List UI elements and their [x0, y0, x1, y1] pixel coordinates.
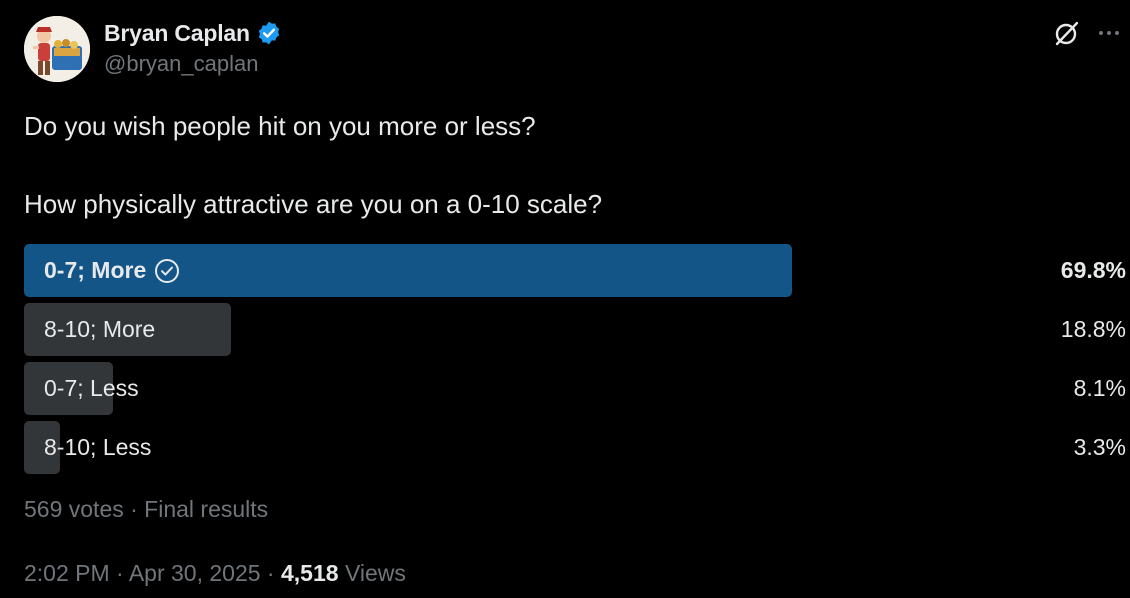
poll-option-label: 0-7; More — [44, 257, 147, 283]
poll-option-label-wrap: 0-7; Less — [44, 362, 139, 415]
poll: 0-7; More 69.8% 8-10; More 18.8% 0-7; Le… — [24, 244, 1126, 480]
tweet-text: Do you wish people hit on you more or le… — [24, 107, 1104, 224]
poll-option-label: 0-7; Less — [44, 375, 139, 401]
poll-option: 0-7; Less 8.1% — [24, 362, 1126, 415]
poll-footer: 569 votes · Final results — [24, 496, 269, 522]
poll-option-percent: 3.3% — [1073, 434, 1126, 460]
poll-option-label-wrap: 0-7; More — [44, 244, 180, 297]
views-count[interactable]: 4,518 — [281, 560, 339, 586]
tweet-text-line: How physically attractive are you on a 0… — [24, 189, 603, 219]
poll-option-label-wrap: 8-10; Less — [44, 421, 151, 474]
poll-option: 0-7; More 69.8% — [24, 244, 1126, 297]
poll-option-label: 8-10; Less — [44, 434, 152, 460]
tweet-time[interactable]: 2:02 PM — [24, 560, 110, 586]
author-name-row: Bryan Caplan — [104, 16, 282, 50]
author-handle[interactable]: @bryan_caplan — [104, 51, 258, 77]
verified-badge-icon[interactable] — [256, 20, 282, 46]
tweet-text-line: Do you wish people hit on you more or le… — [24, 111, 536, 141]
poll-option-percent: 18.8% — [1060, 316, 1126, 342]
poll-option-label-wrap: 8-10; More — [44, 303, 155, 356]
grok-icon[interactable] — [1052, 18, 1082, 48]
avatar-illustration — [24, 16, 90, 82]
tweet-date[interactable]: Apr 30, 2025 — [129, 560, 261, 586]
poll-option-label: 8-10; More — [44, 316, 156, 342]
avatar[interactable] — [24, 16, 90, 82]
views-label: Views — [344, 560, 406, 586]
check-circle-icon — [154, 258, 180, 284]
tweet-text-line — [24, 146, 1104, 185]
author-display-name[interactable]: Bryan Caplan — [104, 20, 250, 47]
meta-separator: · — [109, 560, 129, 586]
poll-option: 8-10; More 18.8% — [24, 303, 1126, 356]
meta-separator: · — [260, 560, 281, 586]
more-options-icon[interactable] — [1094, 18, 1124, 48]
poll-option-percent: 69.8% — [1060, 257, 1126, 283]
poll-option: 8-10; Less 3.3% — [24, 421, 1126, 474]
poll-option-percent: 8.1% — [1073, 375, 1126, 401]
tweet-meta: 2:02 PM · Apr 30, 2025 · 4,518 Views — [24, 560, 406, 587]
